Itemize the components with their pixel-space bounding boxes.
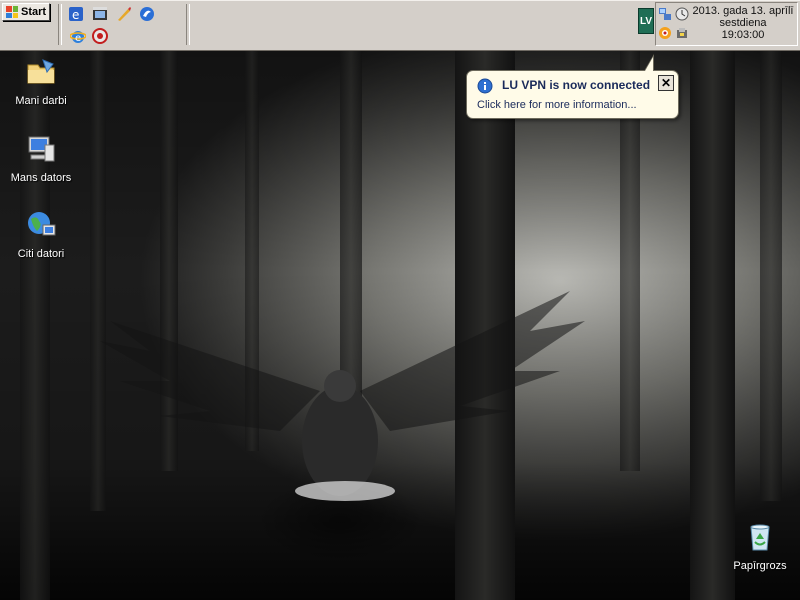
folder-icon [27,59,55,84]
opera-tray-icon[interactable] [658,26,672,40]
browser-e-icon[interactable]: e [68,6,84,22]
vpn-notification-balloon[interactable]: LU VPN is now connected Click here for m… [466,70,679,119]
language-indicator[interactable]: LV [638,8,654,34]
start-button[interactable]: Start [2,3,50,21]
messenger-icon[interactable] [139,6,155,22]
taskbar: Start e e LV 2013. gada 13. aprīlī sestd… [0,0,800,51]
desktop-wallpaper: Mani darbi Mans dators Citi datori Papīr… [0,51,800,600]
network-icon[interactable] [658,7,672,21]
opera-icon[interactable] [92,28,108,44]
balloon-title: LU VPN is now connected [502,78,651,92]
media-player-icon[interactable] [92,6,108,22]
desktop-icon-my-documents[interactable]: Mani darbi [1,56,81,107]
svg-text:e: e [72,8,79,22]
paint-icon[interactable] [116,6,132,22]
tree-trunk [760,51,782,501]
desktop-icon-my-computer[interactable]: Mans dators [1,133,81,184]
computer-icon [28,136,55,162]
desktop-icon-label: Mans dators [10,172,72,184]
taskbar-separator [186,4,190,45]
desktop-icon-label: Citi datori [17,248,65,260]
windows-logo-icon [6,6,18,18]
clock-weekday: sestdiena [719,17,767,29]
clock[interactable]: 2013. gada 13. aprīlī sestdiena 19:03:00 [686,5,800,41]
svg-text:e: e [75,33,81,44]
desktop-icon-recycle-bin[interactable]: Papīrgrozs [720,521,800,572]
info-icon [477,78,493,94]
desktop-icon-network-places[interactable]: Citi datori [1,209,81,260]
recycle-bin-icon [750,524,770,551]
tree-trunk [690,51,735,600]
clock-date: 2013. gada 13. aprīlī [692,5,794,17]
desktop-icon-label: Mani darbi [15,95,67,107]
network-globe-icon [28,212,56,236]
close-icon[interactable]: ✕ [658,75,674,91]
balloon-tail-inner [645,57,653,71]
balloon-more-info-link[interactable]: Click here for more information... [477,99,637,111]
desktop-icon-label: Papīrgrozs [733,560,787,572]
taskbar-separator [58,4,62,45]
start-label: Start [21,6,47,18]
ie-icon[interactable]: e [70,28,86,44]
clock-time: 19:03:00 [721,29,765,41]
angel-figure-image [100,291,585,501]
